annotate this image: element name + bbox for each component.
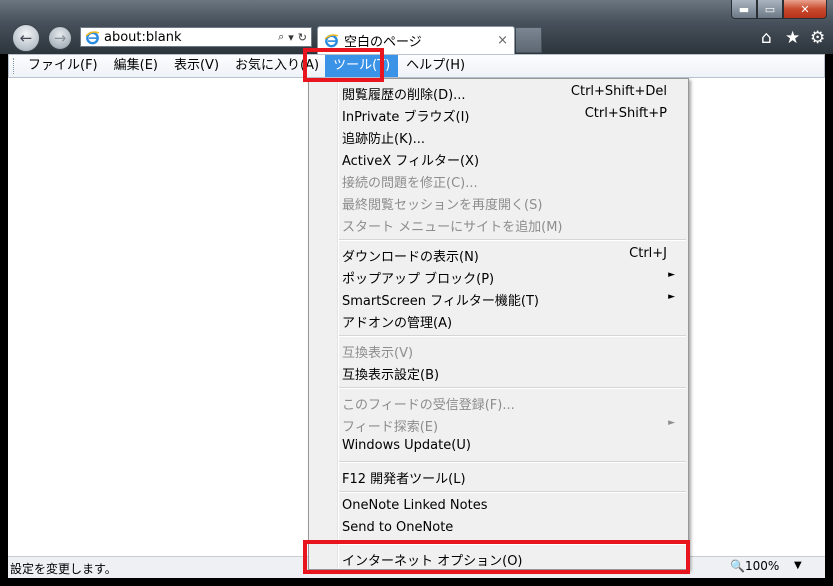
menu-item-smartscreen[interactable]: SmartScreen フィルター機能(T) ► bbox=[309, 287, 684, 309]
menu-item-feed-discovery: フィード探索(E) ► bbox=[342, 418, 675, 435]
menu-edit[interactable]: 編集(E) bbox=[106, 55, 166, 77]
menu-bar-grip[interactable] bbox=[13, 58, 17, 74]
menu-item-shortcut: Ctrl+Shift+Del bbox=[570, 84, 667, 99]
submenu-arrow-icon: ► bbox=[668, 418, 675, 428]
menu-item-f12-devtools[interactable]: F12 開発者ツール(L) bbox=[309, 465, 684, 487]
menu-item-reopen-session: 最終閲覧セッションを再度開く(S) bbox=[342, 198, 543, 213]
menu-separator bbox=[339, 387, 686, 389]
zoom-level[interactable]: 🔍100% bbox=[730, 559, 779, 573]
menu-separator bbox=[339, 461, 686, 463]
forward-arrow-icon: → bbox=[53, 29, 67, 47]
search-icon[interactable]: ⌕ bbox=[278, 30, 284, 44]
menu-item-popup-blocker[interactable]: ポップアップ ブロック(P) ► bbox=[309, 265, 684, 287]
back-arrow-icon: ← bbox=[19, 29, 33, 47]
menu-item-activex-filter[interactable]: ActiveX フィルター(X) bbox=[309, 147, 684, 169]
menu-item-send-to-onenote[interactable]: Send to OneNote bbox=[309, 517, 684, 539]
menu-item-tracking-protection[interactable]: 追跡防止(K)... bbox=[309, 125, 684, 147]
tab-close-icon[interactable]: × bbox=[497, 33, 508, 48]
menu-separator bbox=[339, 239, 686, 241]
tools-dropdown-menu: 閲覧履歴の削除(D)... Ctrl+Shift+Del InPrivate ブラ… bbox=[308, 78, 689, 570]
ie-window: ▬ ▭ ✕ ← → about:blank ⌕ ▾ ↻ 空白のページ × ⌂ ★… bbox=[0, 0, 833, 586]
menu-item-onenote-linked-notes[interactable]: OneNote Linked Notes bbox=[309, 495, 684, 517]
menu-item-fix-connection: 接続の問題を修正(C)... bbox=[342, 176, 478, 191]
status-text: 設定を変更します。 bbox=[10, 562, 117, 576]
menu-file[interactable]: ファイル(F) bbox=[20, 55, 106, 77]
new-tab-button[interactable] bbox=[516, 27, 542, 53]
forward-button[interactable]: → bbox=[48, 26, 72, 50]
window-chrome: ▬ ▭ ✕ ← → about:blank ⌕ ▾ ↻ 空白のページ × ⌂ ★… bbox=[0, 0, 833, 54]
zoom-value: 100% bbox=[744, 559, 780, 573]
menu-view[interactable]: 表示(V) bbox=[166, 55, 227, 77]
address-input[interactable]: about:blank bbox=[104, 30, 278, 45]
menu-separator bbox=[339, 491, 686, 493]
menu-help[interactable]: ヘルプ(H) bbox=[398, 55, 473, 77]
menu-item-subscribe-feed: このフィードの受信登録(F)... bbox=[342, 398, 515, 413]
highlight-box-internet-options bbox=[303, 540, 690, 574]
close-icon: ✕ bbox=[800, 2, 810, 16]
home-icon[interactable]: ⌂ bbox=[761, 28, 772, 48]
minimize-button[interactable]: ▬ bbox=[731, 0, 757, 19]
address-bar[interactable]: about:blank ⌕ ▾ ↻ bbox=[80, 27, 312, 47]
ie-logo-icon bbox=[324, 33, 339, 48]
menu-item-view-downloads[interactable]: ダウンロードの表示(N) Ctrl+J bbox=[309, 243, 684, 265]
ie-logo-icon bbox=[85, 30, 100, 45]
minimize-icon: ▬ bbox=[738, 2, 750, 16]
menu-item-compat-view: 互換表示(V) bbox=[342, 346, 414, 361]
menu-item-windows-update[interactable]: Windows Update(U) bbox=[309, 435, 684, 457]
zoom-magnifier-icon: 🔍 bbox=[730, 559, 745, 573]
menu-item-shortcut: Ctrl+J bbox=[629, 246, 667, 261]
caption-buttons: ▬ ▭ ✕ bbox=[731, 0, 827, 20]
close-button[interactable]: ✕ bbox=[783, 0, 827, 19]
menu-item-manage-addons[interactable]: アドオンの管理(A) bbox=[309, 309, 684, 331]
menu-separator bbox=[339, 335, 686, 337]
maximize-button[interactable]: ▭ bbox=[757, 0, 783, 19]
favorites-star-icon[interactable]: ★ bbox=[785, 28, 800, 48]
gear-icon[interactable]: ⚙ bbox=[810, 28, 825, 48]
maximize-icon: ▭ bbox=[764, 2, 776, 16]
submenu-arrow-icon: ► bbox=[668, 270, 675, 280]
menu-item-add-to-start: スタート メニューにサイトを追加(M) bbox=[342, 220, 563, 235]
menu-item-compat-settings[interactable]: 互換表示設定(B) bbox=[309, 361, 684, 383]
menu-item-delete-history[interactable]: 閲覧履歴の削除(D)... Ctrl+Shift+Del bbox=[309, 81, 684, 103]
chevron-down-icon[interactable]: ▾ bbox=[288, 31, 294, 44]
submenu-arrow-icon: ► bbox=[668, 292, 675, 302]
refresh-icon[interactable]: ↻ bbox=[298, 31, 307, 44]
menu-item-shortcut: Ctrl+Shift+P bbox=[584, 106, 667, 121]
zoom-dropdown-icon[interactable]: ▼ bbox=[794, 560, 802, 571]
highlight-box-tools-menu bbox=[303, 48, 384, 82]
back-button[interactable]: ← bbox=[12, 24, 40, 52]
menu-item-inprivate[interactable]: InPrivate ブラウズ(I) Ctrl+Shift+P bbox=[309, 103, 684, 125]
menu-bar: ファイル(F) 編集(E) 表示(V) お気に入り(A) ツール(T) ヘルプ(… bbox=[8, 54, 825, 78]
